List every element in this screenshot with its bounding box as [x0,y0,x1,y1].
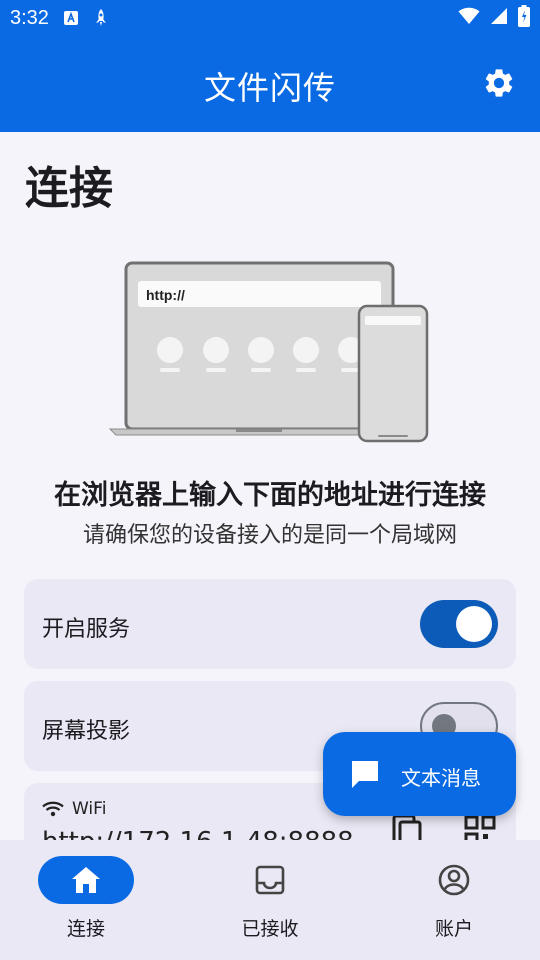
service-label: 开启服务 [42,617,131,642]
toggle-knob [456,606,492,642]
status-time: 3:32 [10,6,49,29]
nav-pill [406,856,502,904]
service-card: 开启服务 [24,579,516,669]
wifi-icon [42,801,64,817]
nav-label: 已接收 [241,918,299,940]
bottom-nav: 连接 已接收 账户 [0,840,540,960]
signal-icon [490,7,508,29]
home-icon [72,867,100,893]
nav-label: 连接 [66,918,105,940]
service-toggle[interactable] [420,600,498,648]
network-label: WiFi [72,799,107,819]
page-title: 连接 [25,163,113,214]
browser-url-text: http:// [146,287,185,303]
a-icon [63,10,79,26]
app-bar: 文件闪传 [0,36,540,132]
nav-label: 账户 [434,918,473,940]
connect-subline: 请确保您的设备接入的是同一个局域网 [82,523,457,548]
nav-item-received[interactable]: 已接收 [210,856,330,952]
network-row: WiFi [42,799,106,819]
nav-item-account[interactable]: 账户 [394,856,514,952]
chat-icon [352,761,378,788]
nav-pill [38,856,134,904]
battery-icon [518,5,530,31]
wifi-icon [458,7,480,29]
nav-pill [222,856,318,904]
connect-illustration: http:// [108,258,434,446]
projection-label: 屏幕投影 [42,719,131,744]
nav-item-connect[interactable]: 连接 [26,856,146,952]
settings-button[interactable] [482,66,516,100]
app-title: 文件闪传 [203,69,336,107]
text-message-fab[interactable]: 文本消息 [323,732,516,816]
rocket-icon [93,8,109,28]
inbox-icon [255,865,285,895]
connect-headline: 在浏览器上输入下面的地址进行连接 [54,480,486,511]
gear-icon [485,69,513,97]
fab-label: 文本消息 [401,766,481,790]
status-bar: 3:32 [0,0,540,36]
account-icon [438,864,470,896]
